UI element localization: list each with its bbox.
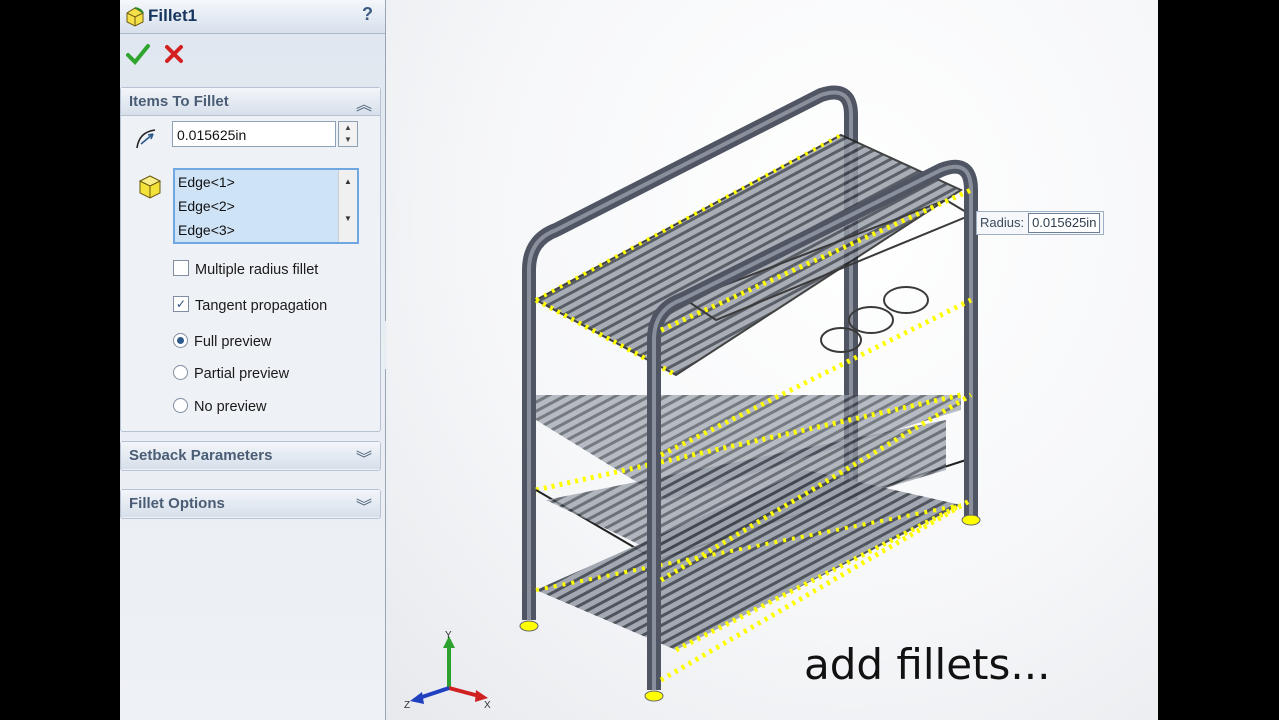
triad-z-label: Z [404, 700, 410, 710]
radius-callout-value[interactable]: 0.015625in [1028, 213, 1101, 233]
list-item[interactable]: Edge<2> [175, 194, 357, 218]
setback-parameters-header[interactable]: Setback Parameters ︾ [121, 442, 380, 469]
section-title: Items To Fillet [129, 93, 229, 110]
partial-preview-option[interactable]: Partial preview [173, 364, 289, 384]
foot [519, 620, 539, 632]
no-preview-option[interactable]: No preview [173, 397, 267, 417]
cancel-x-button[interactable] [162, 42, 186, 66]
radius-input[interactable]: 0.015625in [172, 121, 336, 147]
multiple-radius-checkbox[interactable] [173, 260, 189, 277]
expand-icon[interactable]: ︾ [356, 493, 372, 517]
radius-spinner[interactable]: ▲ ▼ [338, 121, 358, 147]
scroll-down-icon[interactable]: ▼ [339, 214, 357, 223]
edges-list[interactable]: Edge<1> Edge<2> Edge<3> ▲ ▼ [173, 168, 359, 244]
multiple-radius-option[interactable]: Multiple radius fillet [173, 260, 318, 280]
section-title: Fillet Options [129, 495, 225, 512]
items-to-fillet-section: Items To Fillet ︽ 0.015625in ▲ ▼ Edge<1>… [120, 87, 381, 432]
triad-x-label: X [484, 700, 491, 710]
expand-icon[interactable]: ︾ [356, 445, 372, 469]
items-to-fillet-header[interactable]: Items To Fillet ︽ [121, 88, 380, 116]
option-label: Multiple radius fillet [195, 262, 319, 278]
tangent-propagation-checkbox[interactable]: ✓ [173, 296, 189, 313]
panel-title: Fillet1 [148, 6, 198, 25]
panel-titlebar: Fillet1 ? [120, 0, 385, 34]
fillet-options-header[interactable]: Fillet Options ︾ [121, 490, 380, 517]
list-item[interactable]: Edge<3> [175, 218, 357, 242]
property-manager: Fillet1 ? Items To Fillet ︽ 0.015625in ▲… [120, 0, 386, 720]
triad-y-label: Y [445, 630, 452, 641]
foot [961, 514, 981, 526]
fillet-feature-icon [126, 7, 144, 27]
list-item[interactable]: Edge<1> [175, 170, 357, 194]
list-scrollbar[interactable]: ▲ ▼ [338, 170, 357, 242]
foot [644, 690, 664, 702]
option-label: Full preview [194, 334, 272, 350]
left-black-bar [0, 0, 120, 720]
radius-icon [136, 129, 156, 149]
spin-down-icon[interactable]: ▼ [339, 134, 357, 146]
no-preview-radio[interactable] [173, 397, 188, 413]
collapse-icon[interactable]: ︽ [356, 91, 372, 115]
radius-callout[interactable]: Radius: 0.015625in [976, 211, 1105, 235]
radius-callout-label: Radius: [980, 215, 1025, 230]
section-title: Setback Parameters [129, 447, 273, 464]
graphics-viewport[interactable]: Radius: 0.015625in Y X Z add fillets... [386, 0, 1158, 720]
rack-model[interactable] [386, 0, 1158, 720]
edge-selection-cube-icon [138, 175, 162, 199]
full-preview-option[interactable]: Full preview [173, 332, 271, 352]
option-label: Tangent propagation [195, 298, 328, 314]
help-button[interactable]: ? [362, 4, 373, 25]
option-label: Partial preview [194, 366, 290, 382]
top-wire-rack [533, 133, 964, 377]
spin-up-icon[interactable]: ▲ [339, 122, 357, 134]
scroll-up-icon[interactable]: ▲ [339, 177, 357, 186]
setback-parameters-section: Setback Parameters ︾ [120, 441, 381, 471]
tangent-propagation-option[interactable]: ✓ Tangent propagation [173, 296, 327, 316]
ok-check-button[interactable] [125, 42, 151, 66]
partial-preview-radio[interactable] [173, 364, 188, 380]
right-black-bar [1158, 0, 1279, 720]
axis-triad-icon: Y X Z [404, 630, 491, 710]
option-label: No preview [194, 399, 267, 415]
caption-text: add fillets... [804, 640, 1051, 689]
fillet-options-section: Fillet Options ︾ [120, 489, 381, 519]
full-preview-radio[interactable] [173, 332, 188, 348]
